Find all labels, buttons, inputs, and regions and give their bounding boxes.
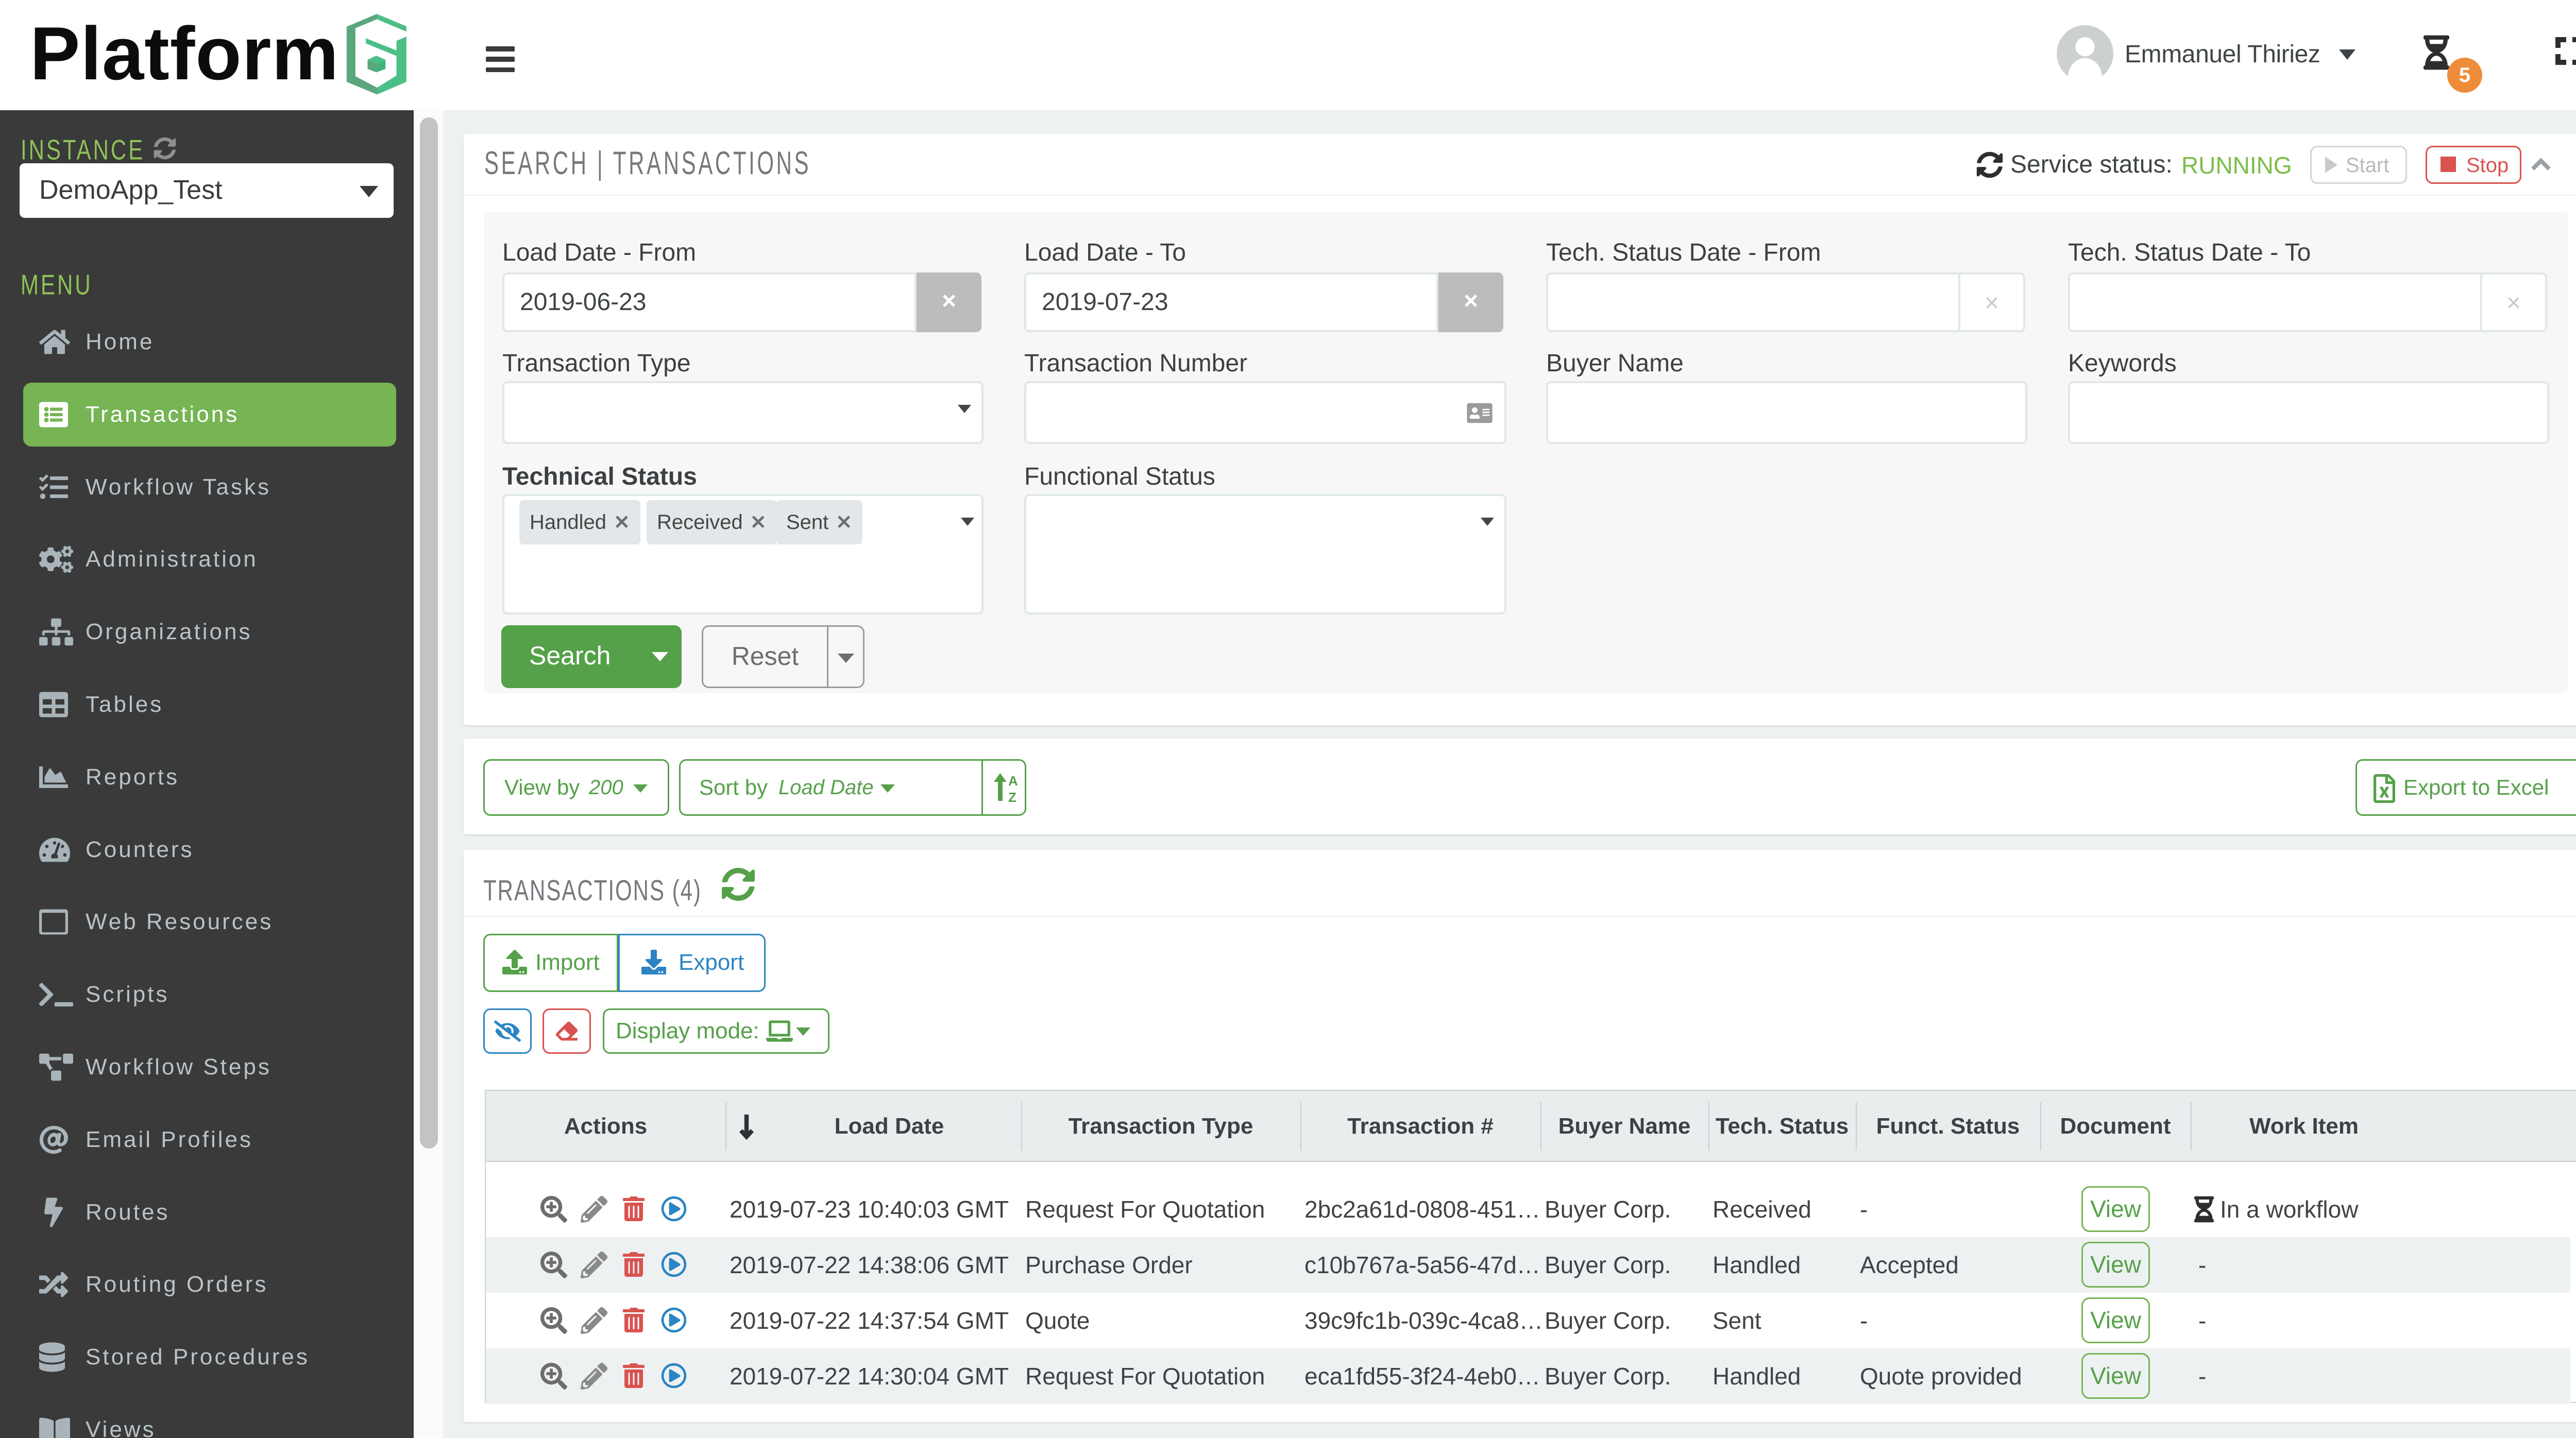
svg-text:Z: Z xyxy=(1008,790,1016,803)
svg-text:A: A xyxy=(1008,773,1018,789)
